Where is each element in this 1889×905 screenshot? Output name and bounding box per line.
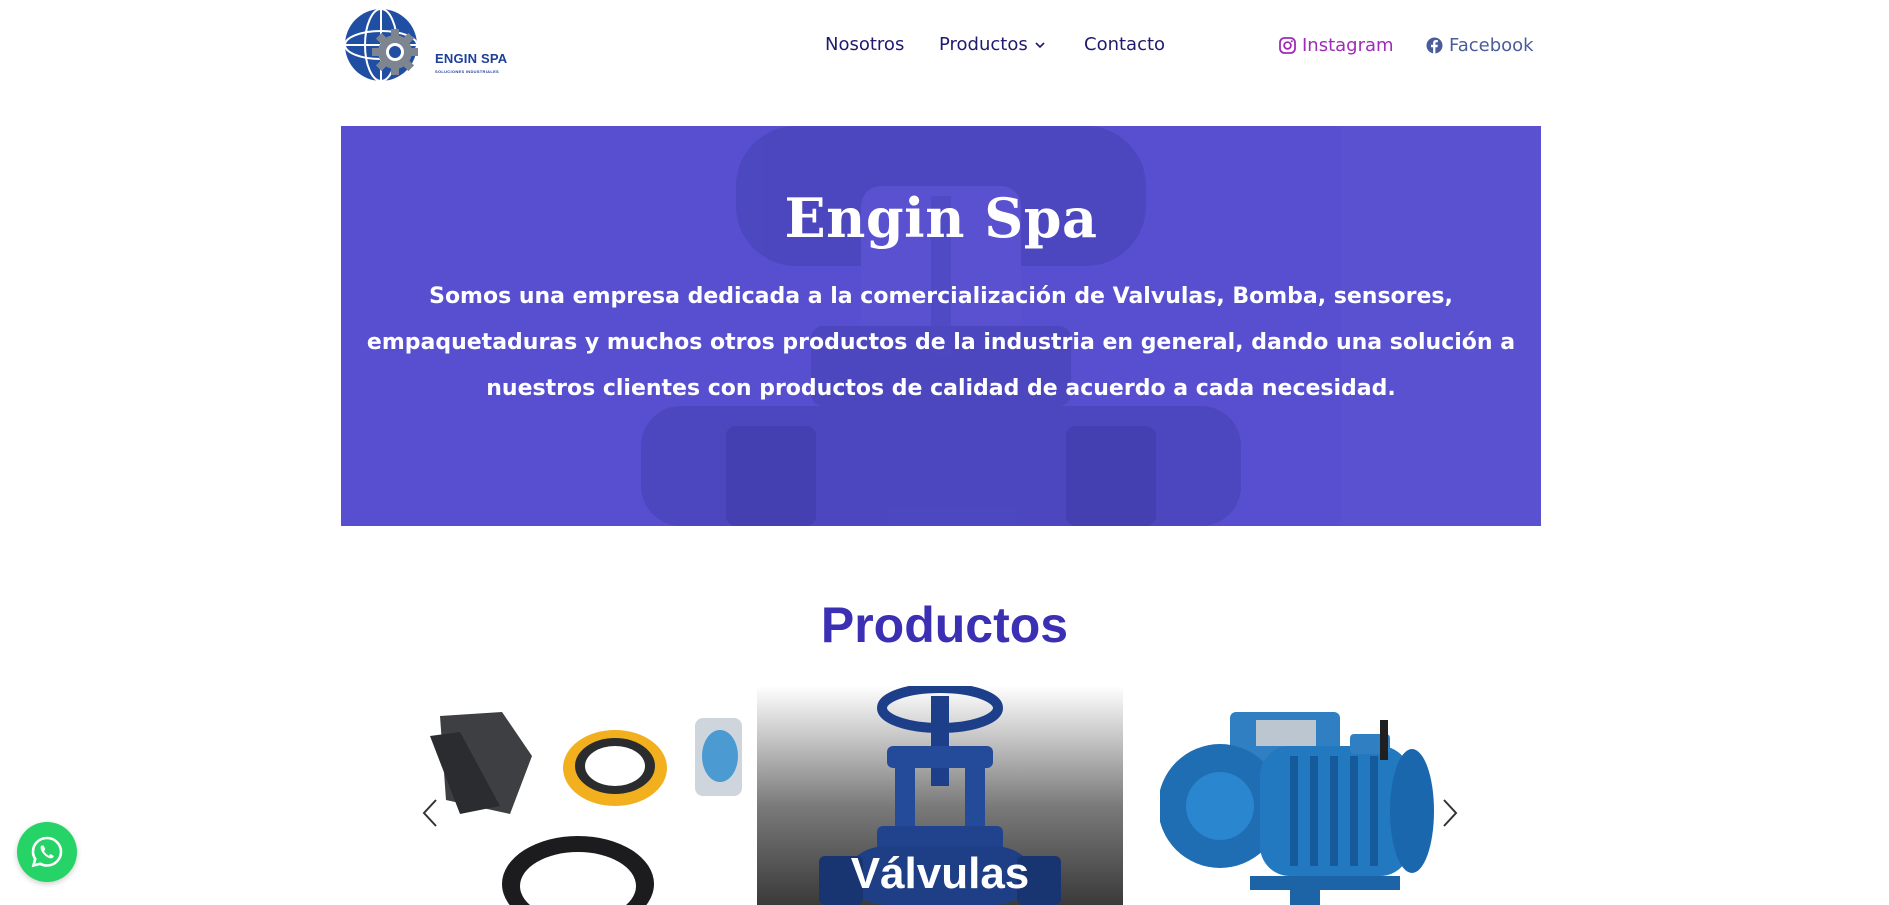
hero-description: Somos una empresa dedicada a la comercia… [366, 284, 1516, 401]
instagram-link[interactable]: Instagram [1279, 35, 1394, 56]
hero-banner: Engin Spa Somos una empresa dedicada a l… [341, 126, 1541, 526]
gaskets-image [430, 686, 742, 905]
products-carousel: Válvulas [410, 686, 1480, 905]
carousel-prev-button[interactable] [420, 798, 440, 833]
whatsapp-icon [31, 836, 63, 868]
pump-image [1160, 686, 1460, 905]
hero-title: Engin Spa [784, 186, 1098, 250]
instagram-icon [1279, 37, 1296, 54]
product-card-valvulas[interactable]: Válvulas [757, 686, 1123, 905]
instagram-label: Instagram [1302, 35, 1394, 56]
product-card-label: Válvulas [850, 849, 1030, 898]
whatsapp-button[interactable] [17, 822, 77, 882]
facebook-label: Facebook [1449, 35, 1534, 56]
nav-item-nosotros[interactable]: Nosotros [825, 34, 904, 55]
products-title: Productos [820, 597, 1069, 653]
product-card-bombas[interactable] [1160, 686, 1460, 905]
brand-name: ENGIN SPA [435, 51, 508, 66]
carousel-next-button[interactable] [1440, 798, 1460, 833]
nav-item-productos-label: Productos [939, 34, 1028, 55]
facebook-link[interactable]: Facebook [1426, 35, 1534, 56]
chevron-right-icon [1443, 799, 1458, 827]
chevron-left-icon [422, 799, 437, 827]
product-card-gaskets[interactable] [430, 686, 742, 905]
brand-logo[interactable]: ENGIN SPA SOLUCIONES INDUSTRIALES [343, 8, 507, 83]
chevron-down-icon [1034, 35, 1046, 56]
brand-tagline: SOLUCIONES INDUSTRIALES [435, 69, 500, 74]
nav-item-contacto[interactable]: Contacto [1084, 34, 1165, 55]
nav-item-productos[interactable]: Productos [939, 34, 1046, 56]
site-header: ENGIN SPA SOLUCIONES INDUSTRIALES Nosotr… [0, 0, 1889, 95]
globe-gear-icon [344, 8, 418, 82]
facebook-icon [1426, 37, 1443, 54]
